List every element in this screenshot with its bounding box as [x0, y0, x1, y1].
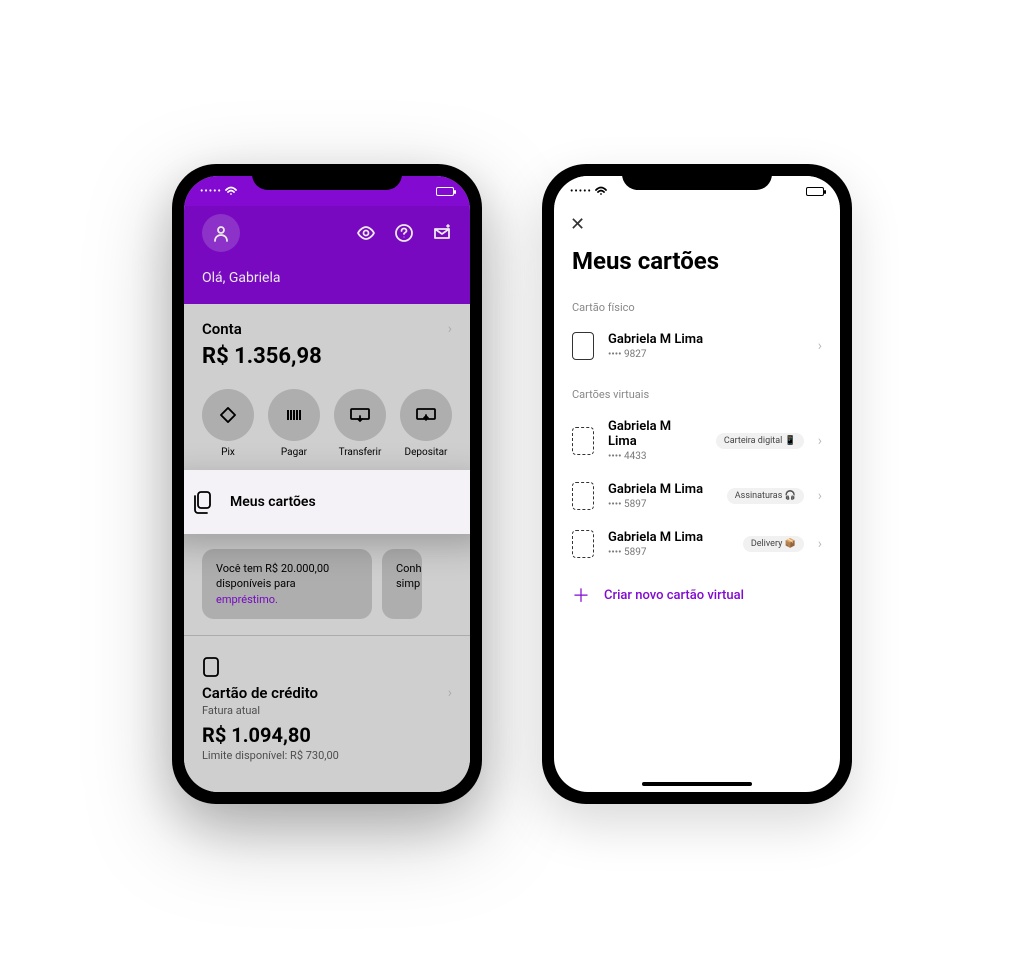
- card-tag: Carteira digital 📱: [716, 433, 804, 449]
- wifi-icon: [595, 186, 607, 196]
- chevron-right-icon: ›: [818, 433, 822, 449]
- notch: [622, 164, 772, 190]
- chevron-right-icon: ›: [818, 338, 822, 354]
- card-icon: [202, 656, 220, 678]
- card-last-digits: •••• 5897: [608, 547, 729, 558]
- card-holder-name: Gabriela M Lima: [608, 419, 702, 449]
- cellular-signal-icon: •••••: [570, 186, 592, 197]
- promo-carousel[interactable]: Você tem R$ 20.000,00 disponíveis para e…: [184, 549, 470, 619]
- card-holder-name: Gabriela M Lima: [608, 530, 729, 545]
- promo-text: Você tem R$ 20.000,00 disponíveis para: [216, 562, 329, 590]
- account-label: Conta: [202, 320, 242, 338]
- create-virtual-card-label: Criar novo cartão virtual: [604, 588, 744, 603]
- phone-cards: ••••• ✕ Meus cartões Cartão físico Gabri…: [542, 164, 852, 804]
- close-button[interactable]: ✕: [570, 214, 585, 235]
- promo-text: Conh: [396, 562, 422, 575]
- credit-title: Cartão de crédito: [202, 684, 318, 702]
- promo-text: simp: [396, 577, 420, 590]
- phone-home: ••••• Olá, Gabriela: [172, 164, 482, 804]
- card-icon: [572, 332, 594, 360]
- home-header: Olá, Gabriela: [184, 206, 470, 304]
- card-tag: Delivery 📦: [743, 536, 804, 552]
- quick-action-pagar[interactable]: Pagar: [264, 389, 324, 458]
- create-virtual-card-button[interactable]: ＋ Criar novo cartão virtual: [554, 568, 840, 622]
- plus-icon: ＋: [572, 582, 590, 608]
- virtual-card-row[interactable]: Gabriela M Lima •••• 5897 Assinaturas 🎧 …: [554, 472, 840, 520]
- quick-action-depositar[interactable]: Depositar: [396, 389, 456, 458]
- eye-icon[interactable]: [356, 223, 376, 243]
- quick-action-pix[interactable]: Pix: [198, 389, 258, 458]
- credit-limit: Limite disponível: R$ 730,00: [202, 749, 452, 762]
- greeting-text: Olá, Gabriela: [202, 270, 452, 286]
- wifi-icon: [225, 186, 237, 196]
- quick-action-label: Pagar: [281, 447, 307, 458]
- invite-icon[interactable]: [432, 223, 452, 243]
- chevron-right-icon: ›: [448, 685, 452, 701]
- user-icon: [212, 224, 230, 242]
- chevron-right-icon: ›: [818, 536, 822, 552]
- profile-button[interactable]: [202, 214, 240, 252]
- credit-amount: R$ 1.094,80: [202, 723, 452, 747]
- virtual-card-row[interactable]: Gabriela M Lima •••• 5897 Delivery 📦 ›: [554, 520, 840, 568]
- transfer-icon: [349, 407, 371, 423]
- card-holder-name: Gabriela M Lima: [608, 332, 804, 347]
- my-cards-button[interactable]: Meus cartões: [184, 470, 470, 534]
- promo-card-loan[interactable]: Você tem R$ 20.000,00 disponíveis para e…: [202, 549, 372, 619]
- promo-link: empréstimo.: [216, 593, 278, 606]
- my-cards-label: Meus cartões: [230, 494, 316, 510]
- help-icon[interactable]: [394, 223, 414, 243]
- battery-icon: [436, 187, 454, 196]
- card-last-digits: •••• 5897: [608, 499, 713, 510]
- virtual-card-icon: [572, 530, 594, 558]
- card-tag: Assinaturas 🎧: [727, 488, 804, 504]
- account-balance: R$ 1.356,98: [202, 344, 452, 369]
- account-section[interactable]: Conta › R$ 1.356,98: [184, 304, 470, 379]
- quick-actions: Pix Pagar Transferir Depositar: [184, 379, 470, 464]
- physical-card-row[interactable]: Gabriela M Lima •••• 9827 ›: [554, 322, 840, 370]
- virtual-section-label: Cartões virtuais: [554, 370, 840, 409]
- virtual-card-icon: [572, 427, 594, 455]
- chevron-right-icon: ›: [818, 488, 822, 504]
- deposit-icon: [415, 407, 437, 423]
- credit-card-section[interactable]: Cartão de crédito › Fatura atual R$ 1.09…: [184, 652, 470, 772]
- virtual-card-row[interactable]: Gabriela M Lima •••• 4433 Carteira digit…: [554, 409, 840, 472]
- card-holder-name: Gabriela M Lima: [608, 482, 713, 497]
- credit-subtitle: Fatura atual: [202, 704, 452, 717]
- physical-section-label: Cartão físico: [554, 283, 840, 322]
- virtual-card-icon: [572, 482, 594, 510]
- promo-card-next[interactable]: Conh simp: [382, 549, 422, 619]
- card-last-digits: •••• 9827: [608, 349, 804, 360]
- pix-icon: [218, 405, 238, 425]
- chevron-right-icon: ›: [448, 321, 452, 337]
- quick-action-label: Transferir: [339, 447, 382, 458]
- notch: [252, 164, 402, 190]
- page-title: Meus cartões: [554, 235, 840, 283]
- quick-action-label: Pix: [221, 447, 235, 458]
- home-indicator: [642, 782, 752, 786]
- cards-stack-icon: [192, 490, 214, 514]
- battery-icon: [806, 187, 824, 196]
- quick-action-transferir[interactable]: Transferir: [330, 389, 390, 458]
- quick-action-label: Depositar: [405, 447, 448, 458]
- barcode-icon: [284, 405, 304, 425]
- card-last-digits: •••• 4433: [608, 451, 702, 462]
- cellular-signal-icon: •••••: [200, 186, 222, 197]
